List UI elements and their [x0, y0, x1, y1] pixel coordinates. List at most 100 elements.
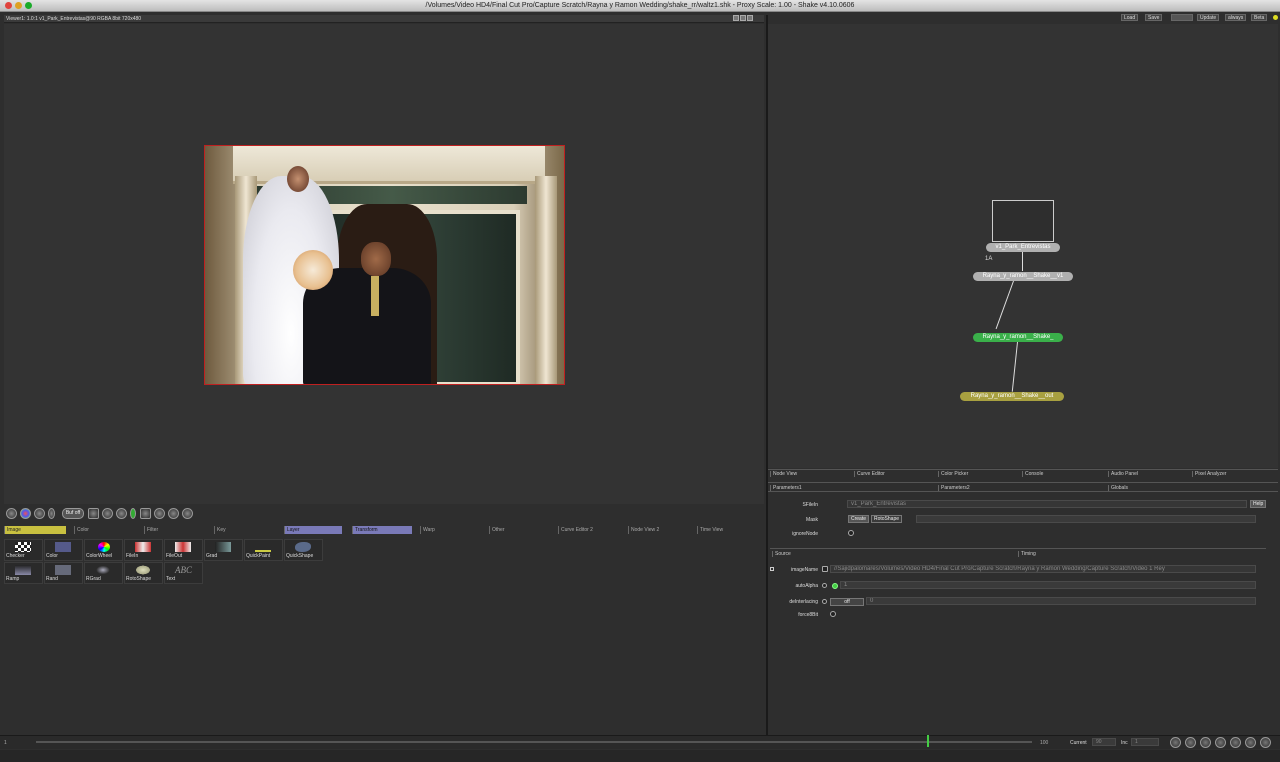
viewer-expand-icon[interactable] — [740, 15, 746, 21]
node-filein[interactable]: v1_Park_Entrevistas — [986, 243, 1060, 252]
tool-grad[interactable]: Grad — [204, 539, 243, 561]
browse-icon[interactable] — [822, 566, 828, 572]
force8bit-label: force8Bit — [798, 612, 818, 618]
tab-node-view[interactable]: Node View — [770, 471, 797, 477]
tab-curve-editor[interactable]: Curve Editor — [854, 471, 885, 477]
tab-curve-editor-2[interactable]: Curve Editor 2 — [558, 526, 622, 534]
tab-warp[interactable]: Warp — [420, 526, 484, 534]
tab-key[interactable]: Key — [214, 526, 278, 534]
channel-a-icon[interactable] — [6, 508, 17, 519]
tool-quickshape[interactable]: QuickShape — [284, 539, 323, 561]
tool-label: RGrad — [86, 576, 101, 582]
image-name-field[interactable]: //Sajidpalomares/Volumes/Video HD4/Final… — [830, 565, 1256, 573]
overlay-icon[interactable] — [182, 508, 193, 519]
tool-ramp[interactable]: Ramp — [4, 562, 43, 584]
tab-node-view-2[interactable]: Node View 2 — [628, 526, 692, 534]
rotoshape-select[interactable]: RotoShape — [871, 515, 903, 523]
tab-filter[interactable]: Filter — [144, 526, 208, 534]
viewer-close-icon[interactable] — [747, 15, 753, 21]
timeline-track[interactable] — [36, 741, 1032, 743]
update-icon[interactable] — [130, 508, 136, 519]
tool-rgrad[interactable]: RGrad — [84, 562, 123, 584]
compare-icon[interactable] — [140, 508, 151, 519]
filein-name-field[interactable]: v1_Park_Entrevistas — [847, 500, 1247, 508]
tab-transform[interactable]: Transform — [352, 526, 412, 534]
force8bit-toggle[interactable] — [830, 611, 836, 617]
tool-checker[interactable]: Checker — [4, 539, 43, 561]
link-icon[interactable] — [822, 583, 827, 588]
viewer-float-icon[interactable] — [733, 15, 739, 21]
tool-rand[interactable]: Rand — [44, 562, 83, 584]
save-button[interactable]: Save — [1145, 14, 1163, 21]
current-frame-field[interactable]: 90 — [1092, 738, 1116, 746]
tab-source[interactable]: Source — [772, 551, 791, 557]
ignore-node-toggle[interactable] — [848, 530, 854, 536]
tool-label: RotoShape — [126, 576, 152, 582]
lut-icon[interactable] — [116, 508, 127, 519]
tab-image[interactable]: Image — [4, 526, 66, 534]
deinterlacing-field[interactable]: 0 — [866, 597, 1256, 605]
inc-field[interactable]: 1 — [1131, 738, 1159, 746]
tab-timing[interactable]: Timing — [1018, 551, 1036, 557]
beta-button[interactable]: Beta — [1251, 14, 1268, 21]
auto-alpha-toggle[interactable] — [832, 583, 838, 589]
zoom-icon[interactable] — [154, 508, 165, 519]
tab-audio-panel[interactable]: Audio Panel — [1108, 471, 1138, 477]
update-button[interactable]: Update — [1197, 14, 1220, 21]
load-button[interactable]: Load — [1121, 14, 1139, 21]
tool-filein[interactable]: FileIn — [124, 539, 163, 561]
color-channel-icon[interactable] — [20, 508, 31, 519]
viewer-image-frame[interactable] — [204, 145, 565, 385]
filein-label: SFileIn — [802, 502, 818, 508]
tab-pixel-analyzer[interactable]: Pixel Analyzer — [1192, 471, 1226, 477]
buffer-off-button[interactable]: Buf off — [62, 508, 84, 519]
image-viewport[interactable] — [4, 24, 764, 504]
tool-color[interactable]: Color — [44, 539, 83, 561]
node-rayna-v1[interactable]: Rayna_y_ramon__Shake__v1 — [973, 272, 1073, 281]
timeline-playhead[interactable] — [927, 735, 929, 747]
mask-field[interactable] — [916, 515, 1256, 523]
paint-brush-icon[interactable] — [168, 508, 179, 519]
timeline-start: 1 — [4, 740, 7, 746]
tool-fileout[interactable]: FileOut — [164, 539, 203, 561]
curve-icon[interactable] — [1171, 14, 1193, 21]
tab-color-picker[interactable]: Color Picker — [938, 471, 968, 477]
tool-colorwheel[interactable]: ColorWheel — [84, 539, 123, 561]
reverse-play-icon[interactable] — [1215, 737, 1226, 748]
tab-parameters2[interactable]: Parameters2 — [938, 485, 970, 491]
tab-console[interactable]: Console — [1022, 471, 1043, 477]
tab-globals[interactable]: Globals — [1108, 485, 1128, 491]
buffer-toggle-icon[interactable] — [48, 508, 55, 519]
tab-time-view[interactable]: Time View — [697, 526, 761, 534]
play-icon[interactable] — [1245, 737, 1256, 748]
tab-parameters1[interactable]: Parameters1 — [770, 485, 802, 491]
tool-quickpaint[interactable]: QuickPaint — [244, 539, 283, 561]
tool-tabs: Image Color Filter Key Layer Transform W… — [4, 526, 764, 536]
tool-rotoshape[interactable]: RotoShape — [124, 562, 163, 584]
frame-icon[interactable] — [88, 508, 99, 519]
home-icon[interactable] — [1170, 737, 1181, 748]
info-icon[interactable] — [34, 508, 45, 519]
link-icon[interactable] — [822, 599, 827, 604]
tab-layer[interactable]: Layer — [284, 526, 342, 534]
photo-groom-head — [361, 242, 391, 276]
stop-icon[interactable] — [1230, 737, 1241, 748]
tool-label: ColorWheel — [86, 553, 113, 559]
tab-color[interactable]: Color — [74, 526, 138, 534]
node-rayna-out[interactable]: Rayna_y_ramon__Shake__out — [960, 392, 1064, 401]
help-button[interactable]: Help — [1250, 500, 1267, 508]
step-back-icon[interactable] — [1185, 737, 1196, 748]
roi-icon[interactable] — [102, 508, 113, 519]
node-view[interactable]: v1_Park_Entrevistas 1A Rayna_y_ramon__Sh… — [768, 24, 1278, 468]
create-mask-button[interactable]: Create — [848, 515, 870, 523]
always-button[interactable]: always — [1225, 14, 1247, 21]
step-forward-icon[interactable] — [1260, 737, 1271, 748]
auto-alpha-field[interactable]: 1 — [840, 581, 1256, 589]
rewind-icon[interactable] — [1200, 737, 1211, 748]
auto-alpha-label: autoAlpha — [795, 583, 818, 589]
node-rayna-shake[interactable]: Rayna_y_ramon__Shake_ — [973, 333, 1063, 342]
tool-text[interactable]: ABC Text — [164, 562, 203, 584]
tool-label: Ramp — [6, 576, 20, 582]
tab-other[interactable]: Other — [489, 526, 553, 534]
deinterlacing-select[interactable]: off — [830, 598, 864, 606]
